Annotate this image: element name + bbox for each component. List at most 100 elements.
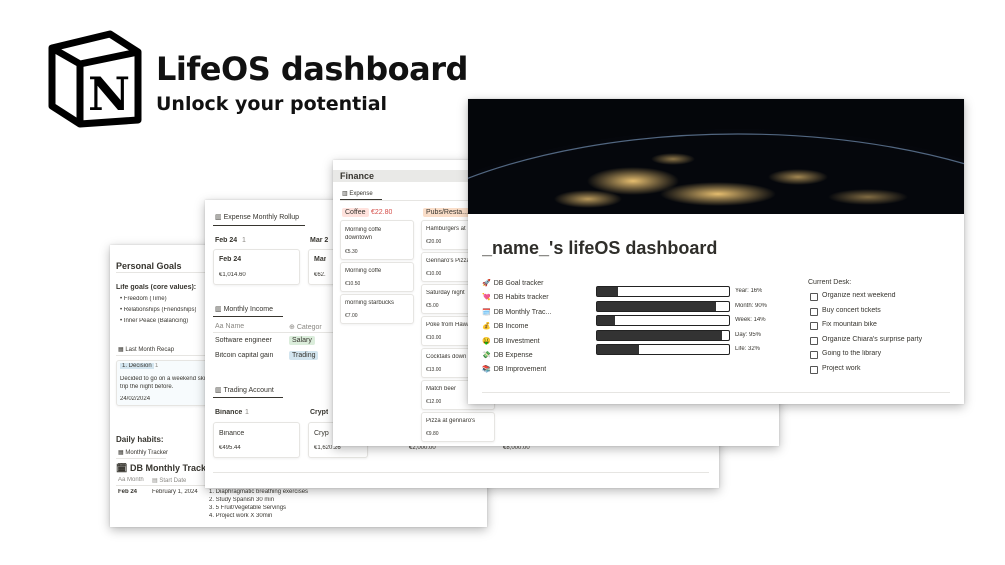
todo-item-label[interactable]: Organize next weekend: [822, 292, 896, 299]
personal-goals-heading: Personal Goals: [116, 261, 182, 271]
life-goal-item: • Relationships (Friendships): [120, 307, 197, 313]
trading-account-tab[interactable]: ▥ Trading Account: [215, 386, 274, 394]
card-lifeos-dashboard: _name_'s lifeOS dashboard 🚀 DB Goal track…: [468, 99, 964, 404]
table-icon: ▦: [118, 450, 124, 456]
todo-checkbox[interactable]: [810, 365, 818, 374]
table-row-month[interactable]: Feb 24: [118, 489, 137, 495]
habit-item: 3. 5 Fruit/Vegetable Servings: [209, 505, 287, 511]
todo-checkbox[interactable]: [810, 293, 818, 301]
group-binance: Binance: [215, 409, 243, 416]
svg-text:N: N: [88, 67, 130, 121]
progress-fill: [597, 316, 616, 326]
life-goal-item: • Freedom (Time): [120, 296, 167, 302]
todo-checkbox[interactable]: [810, 336, 818, 345]
progress-bar: [596, 300, 730, 312]
database-link-label: DB Monthly Trac...: [493, 308, 552, 316]
habit-item: 4. Project work X 30min: [209, 513, 273, 519]
database-link[interactable]: 🤑 DB Investment: [482, 337, 540, 345]
category-tag: Salary: [289, 336, 315, 345]
brand-subtitle: Unlock your potential: [156, 93, 388, 115]
coffee-tag: Coffee: [342, 208, 369, 217]
expense-card[interactable]: Morning coffe downtown €5.30: [340, 220, 414, 260]
column-month: Aa Month: [118, 477, 144, 483]
current-desk-heading: Current Desk:: [808, 279, 852, 286]
database-link-label: DB Investment: [493, 337, 540, 345]
progress-bar: [596, 344, 730, 356]
trading-card-binance[interactable]: Binance €495.44: [213, 422, 300, 458]
todo-item-label[interactable]: Fix mountain bike: [822, 321, 877, 328]
decision-date: 24/02/2024: [120, 396, 151, 402]
group-feb: Feb 24: [215, 237, 238, 244]
database-link[interactable]: 🗓️ DB Monthly Trac...: [482, 308, 551, 316]
progress-fill: [597, 330, 723, 340]
database-link-label: DB Income: [493, 323, 529, 331]
expense-card[interactable]: Pizza at gennaro's €9.80: [421, 412, 495, 442]
database-link[interactable]: 💘 DB Habits tracker: [482, 293, 549, 301]
todo-checkbox[interactable]: [810, 322, 818, 330]
decision-text: Decided to go on a weekend skiing: [120, 376, 214, 382]
finance-heading: Finance: [340, 171, 375, 181]
todo-item-label[interactable]: Buy concert tickets: [822, 307, 881, 314]
notion-logo: N: [48, 30, 142, 128]
database-link[interactable]: 💰 DB Income: [482, 322, 528, 330]
coffee-total: €22.80: [371, 209, 393, 216]
database-link-label: DB Improvement: [493, 366, 547, 374]
board-icon: ▥: [215, 214, 222, 221]
decision-card[interactable]: 1. Decision 1 Decided to go on a weekend…: [116, 360, 216, 406]
database-emoji-icon: 🚀: [482, 280, 491, 287]
board-icon: ▥: [342, 191, 348, 197]
daily-habits-heading: Daily habits:: [116, 435, 164, 444]
progress-bar: [596, 329, 730, 341]
table-row-date[interactable]: February 1, 2024: [152, 489, 198, 495]
column-category: ⊕ Categor: [289, 324, 322, 331]
database-link-label: DB Expense: [493, 352, 533, 359]
database-link[interactable]: 📚 DB Improvement: [482, 365, 546, 373]
progress-fill: [597, 301, 716, 311]
tracker-tab[interactable]: ▦ Monthly Tracker: [118, 449, 168, 456]
table-icon: ▥: [215, 306, 222, 313]
progress-label: Month: 90%: [735, 302, 768, 309]
database-emoji-icon: 🤑: [482, 337, 491, 345]
brand-title: LifeOS dashboard: [156, 50, 468, 88]
expense-tab[interactable]: ▥ Expense: [342, 190, 373, 197]
earth-cover-image: [468, 99, 964, 214]
category-tag: Trading: [289, 351, 319, 360]
tracker-title: 🗓 DB Monthly Tracker: [116, 463, 215, 473]
rollup-card-feb[interactable]: Feb 24 €1,014.60: [213, 249, 300, 285]
habit-item: 2. Study Spanish 30 min: [209, 497, 275, 503]
todo-item-label[interactable]: Going to the library: [822, 350, 881, 357]
database-link[interactable]: 💸 DB Expense: [482, 351, 533, 359]
database-link-label: DB Habits tracker: [493, 294, 549, 302]
promo-screenshot: N LifeOS dashboard Unlock your potential…: [0, 0, 1005, 565]
expense-rollup-tab[interactable]: ▥ Expense Monthly Rollup: [215, 213, 299, 221]
recap-tab[interactable]: ▦ Last Month Recap: [118, 346, 174, 353]
group-crypto: Crypt: [310, 409, 329, 416]
todo-item-label[interactable]: Project work: [822, 365, 861, 372]
column-start-date: ▤ Start Date: [152, 478, 187, 484]
todo-checkbox[interactable]: [810, 307, 818, 316]
progress-bar: [596, 315, 730, 327]
progress-fill: [597, 345, 640, 355]
progress-fill: [597, 287, 619, 296]
calendar-icon: ▦: [118, 347, 124, 353]
monthly-income-tab[interactable]: ▥ Monthly Income: [215, 305, 273, 313]
progress-label: Life: 32%: [735, 346, 761, 353]
progress-label: Week: 14%: [735, 317, 766, 324]
column-name: Aa Name: [215, 323, 245, 330]
pubs-tag: Pubs/Resta...: [423, 208, 472, 217]
life-goal-item: • Inner Peace (Balancing): [120, 318, 189, 324]
income-row-name[interactable]: Software engineer: [215, 337, 272, 344]
expense-card[interactable]: Morning coffe €10.50: [340, 262, 414, 292]
calendar-icon: 🗓: [116, 463, 128, 473]
decision-tag: 1. Decision: [120, 363, 154, 369]
todo-item-label[interactable]: Organize Chiara's surprise party: [822, 336, 922, 343]
database-emoji-icon: 💸: [482, 352, 491, 359]
progress-label: Day: 95%: [735, 331, 762, 338]
habit-item: 1. Diaphragmatic breathing exercises: [209, 489, 309, 495]
todo-checkbox[interactable]: [810, 351, 818, 359]
board-icon: ▥: [215, 387, 222, 394]
expense-card[interactable]: morning starbucks €7.00: [340, 294, 414, 324]
income-row-name[interactable]: Bitcoin capital gain: [215, 352, 273, 359]
database-link[interactable]: 🚀 DB Goal tracker: [482, 279, 544, 287]
page-title: _name_'s lifeOS dashboard: [482, 238, 718, 258]
